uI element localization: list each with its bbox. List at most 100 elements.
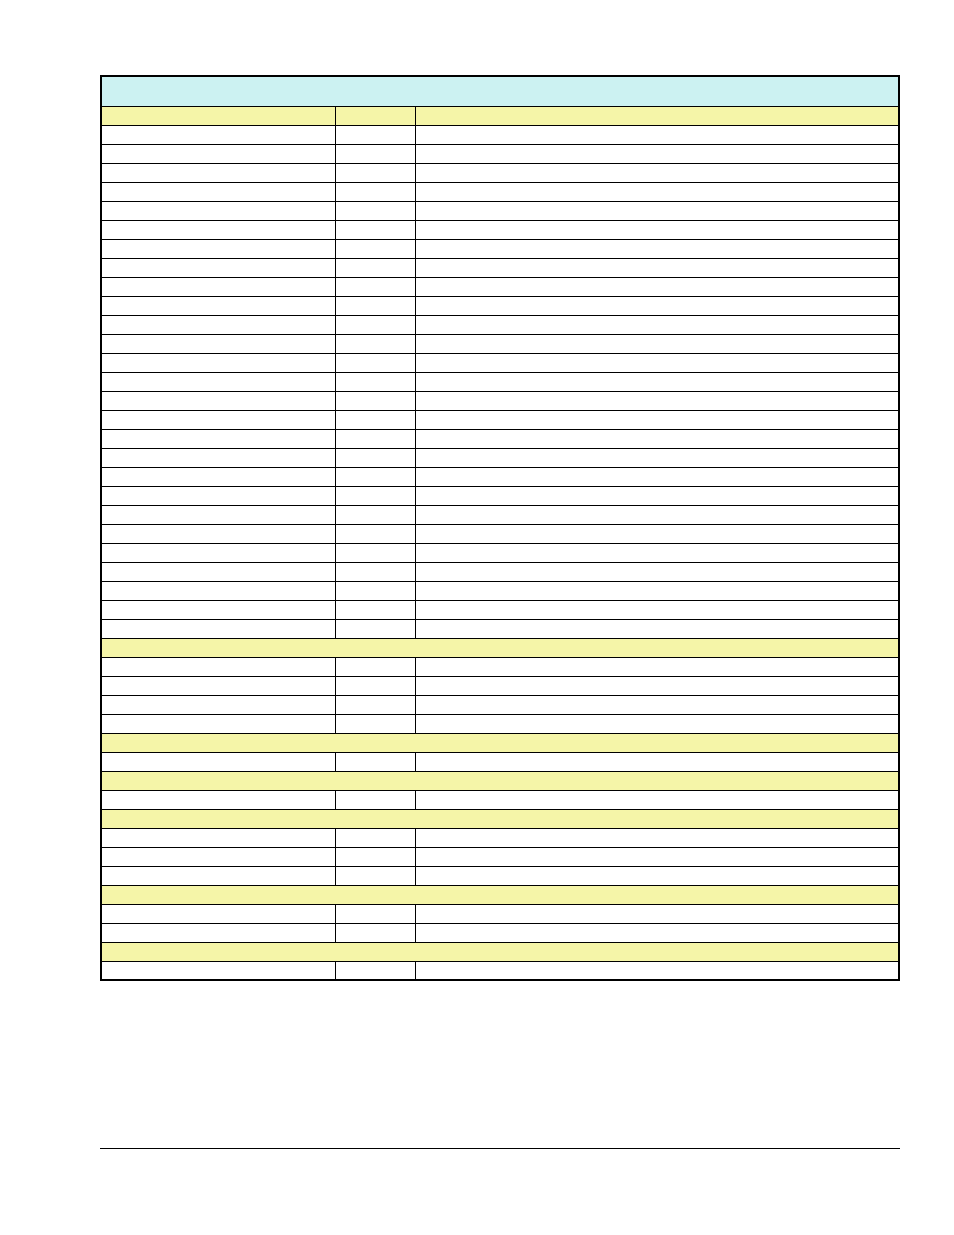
table-cell (335, 790, 415, 809)
table-cell (415, 505, 899, 524)
table-cell (101, 752, 335, 771)
table-cell (101, 258, 335, 277)
table-row (101, 657, 899, 676)
table-section-row (101, 771, 899, 790)
table-row (101, 467, 899, 486)
table-cell (335, 239, 415, 258)
table-cell (415, 828, 899, 847)
table-cell (415, 182, 899, 201)
table-cell (335, 524, 415, 543)
table-cell (335, 372, 415, 391)
table-cell (415, 961, 899, 980)
table-row (101, 201, 899, 220)
table-row (101, 220, 899, 239)
table-cell (101, 163, 335, 182)
table-cell (101, 372, 335, 391)
table-header-cell (335, 106, 415, 125)
table-row (101, 714, 899, 733)
table-cell (415, 657, 899, 676)
table-row (101, 904, 899, 923)
table-cell (335, 543, 415, 562)
table-section-row (101, 638, 899, 657)
table-row (101, 505, 899, 524)
table-row (101, 961, 899, 980)
table-row (101, 828, 899, 847)
table-cell (415, 334, 899, 353)
table-header-row (101, 106, 899, 125)
table-cell (101, 657, 335, 676)
table-row (101, 410, 899, 429)
table-cell (335, 182, 415, 201)
table-cell (415, 448, 899, 467)
table-row (101, 296, 899, 315)
table-cell (101, 201, 335, 220)
table-cell (415, 410, 899, 429)
table-cell (101, 277, 335, 296)
table-cell (101, 904, 335, 923)
table-cell (415, 524, 899, 543)
table-cell (335, 581, 415, 600)
table-row (101, 334, 899, 353)
table-cell (101, 543, 335, 562)
table-cell (335, 201, 415, 220)
table-cell (415, 714, 899, 733)
table-row (101, 353, 899, 372)
table-cell (101, 790, 335, 809)
table-section-label (101, 885, 899, 904)
table-cell (101, 353, 335, 372)
footer-rule (100, 1148, 900, 1149)
table-cell (415, 353, 899, 372)
table-cell (335, 410, 415, 429)
table-row (101, 695, 899, 714)
table-cell (101, 695, 335, 714)
table-cell (101, 714, 335, 733)
table-row (101, 258, 899, 277)
table-cell (335, 163, 415, 182)
table-cell (415, 923, 899, 942)
table-cell (335, 220, 415, 239)
table-cell (415, 790, 899, 809)
table-header-cell (415, 106, 899, 125)
table-cell (415, 866, 899, 885)
table-cell (335, 277, 415, 296)
table-row (101, 600, 899, 619)
table-cell (101, 182, 335, 201)
table-cell (415, 220, 899, 239)
table-cell (415, 581, 899, 600)
table-cell (415, 543, 899, 562)
table-row (101, 562, 899, 581)
table-cell (101, 961, 335, 980)
table-row (101, 486, 899, 505)
table-cell (101, 923, 335, 942)
table-section-row (101, 885, 899, 904)
table-title-row (101, 76, 899, 106)
table-row (101, 125, 899, 144)
table-cell (335, 467, 415, 486)
table-cell (101, 486, 335, 505)
table-cell (335, 752, 415, 771)
table-cell (415, 562, 899, 581)
table-cell (335, 714, 415, 733)
table-cell (101, 315, 335, 334)
table-cell (415, 429, 899, 448)
table-cell (101, 619, 335, 638)
table-cell (101, 296, 335, 315)
table-cell (101, 448, 335, 467)
table-cell (335, 505, 415, 524)
table-row (101, 923, 899, 942)
table-row (101, 543, 899, 562)
table-row (101, 429, 899, 448)
table-cell (101, 334, 335, 353)
table-cell (101, 391, 335, 410)
table-cell (415, 239, 899, 258)
table-cell (101, 429, 335, 448)
table-row (101, 790, 899, 809)
table-row (101, 847, 899, 866)
table-cell (335, 866, 415, 885)
table-cell (101, 524, 335, 543)
table-cell (415, 695, 899, 714)
table-row (101, 277, 899, 296)
table-cell (415, 467, 899, 486)
table-cell (101, 562, 335, 581)
table-cell (101, 600, 335, 619)
